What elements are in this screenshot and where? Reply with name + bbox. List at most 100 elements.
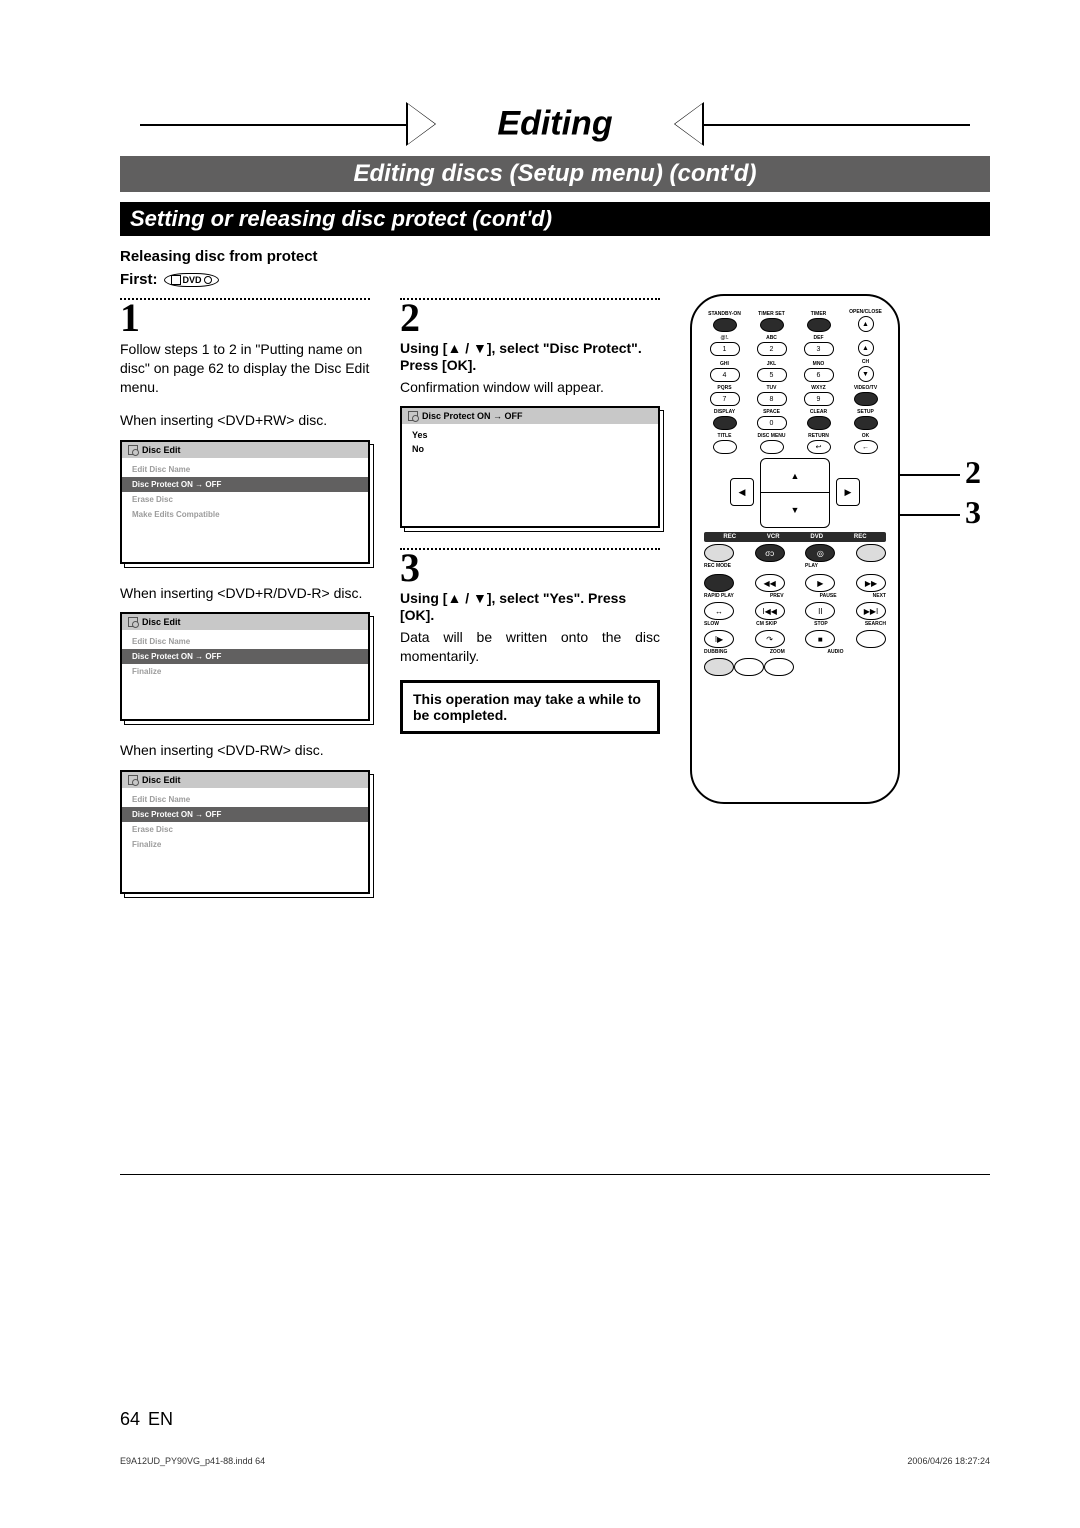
rec-vcr-button[interactable]: [704, 544, 734, 562]
vcr-dvd-band: REC VCR DVD REC: [704, 532, 886, 542]
menu-item: Finalize: [122, 837, 368, 852]
step-2-number: 2: [400, 298, 660, 338]
rec-mode-button[interactable]: [704, 574, 734, 592]
timer-set-button[interactable]: [760, 318, 784, 332]
video-tv-button[interactable]: [854, 392, 878, 406]
open-close-button[interactable]: ▲: [858, 316, 874, 332]
menu-item: Make Edits Compatible: [122, 507, 368, 522]
num-5-button[interactable]: 5: [757, 368, 787, 382]
step-1-body: Follow steps 1 to 2 in "Putting name on …: [120, 340, 370, 397]
subtitle-band: Editing discs (Setup menu) (cont'd): [120, 156, 990, 192]
audio-button[interactable]: [764, 658, 794, 676]
callout-line-2: [900, 474, 960, 476]
stop-button[interactable]: ■: [805, 630, 835, 648]
disc-edit-icon: [128, 617, 138, 627]
menu-item: Erase Disc: [122, 822, 368, 837]
releasing-heading: Releasing disc from protect: [120, 248, 990, 265]
step-2-body: Confirmation window will appear.: [400, 378, 660, 397]
menu-item: Edit Disc Name: [122, 462, 368, 477]
play-button[interactable]: ▶: [805, 574, 835, 592]
disc-edit-panel-minusrw: Disc Edit Edit Disc Name Disc Protect ON…: [120, 770, 370, 894]
clear-button[interactable]: [807, 416, 831, 430]
num-8-button[interactable]: 8: [757, 392, 787, 406]
confirm-yes: Yes: [412, 428, 648, 442]
pause-button[interactable]: II: [805, 602, 835, 620]
column-left: 1 Follow steps 1 to 2 in "Putting name o…: [120, 294, 370, 914]
disc-menu-button[interactable]: [760, 440, 784, 454]
dpad-up-button[interactable]: ▲: [761, 459, 829, 493]
title-button[interactable]: [713, 440, 737, 454]
disc-edit-icon: [408, 411, 418, 421]
next-button[interactable]: ▶▶I: [856, 602, 886, 620]
rec-dvd-button[interactable]: [856, 544, 886, 562]
zoom-button[interactable]: [734, 658, 764, 676]
remote-control: STANDBY-ON TIMER SET TIMER OPEN/CLOSE▲ @…: [690, 294, 900, 804]
num-4-button[interactable]: 4: [710, 368, 740, 382]
menu-header: Disc Edit: [122, 442, 368, 458]
disc-edit-panel-rw: Disc Edit Edit Disc Name Disc Protect ON…: [120, 440, 370, 564]
dpad-right-button[interactable]: ▶: [836, 478, 860, 506]
column-right: STANDBY-ON TIMER SET TIMER OPEN/CLOSE▲ @…: [690, 294, 990, 914]
rapid-play-button[interactable]: ↔: [704, 602, 734, 620]
indd-left: E9A12UD_PY90VG_p41-88.indd 64: [120, 1456, 265, 1466]
dvd-select-button[interactable]: ◎: [805, 544, 835, 562]
page: Editing Editing discs (Setup menu) (cont…: [0, 0, 1080, 1528]
disc-edit-icon: [128, 775, 138, 785]
menu-item: Edit Disc Name: [122, 792, 368, 807]
warning-note: This operation may take a while to be co…: [400, 680, 660, 734]
menu-item-active: Disc Protect ON → OFF: [122, 807, 368, 822]
num-0-button[interactable]: 0: [757, 416, 787, 430]
caption-dvd-plusr: When inserting <DVD+R/DVD-R> disc.: [120, 584, 370, 603]
indd-right: 2006/04/26 18:27:24: [907, 1456, 990, 1466]
search-button[interactable]: [856, 630, 886, 648]
caption-dvd-minusrw: When inserting <DVD-RW> disc.: [120, 741, 370, 760]
dpad-down-button[interactable]: ▼: [761, 493, 829, 527]
disc-icon: [204, 276, 212, 284]
page-number: 64EN: [120, 1409, 173, 1430]
menu-item: Edit Disc Name: [122, 634, 368, 649]
column-middle: 2 Using [▲ / ▼], select "Disc Protect". …: [400, 294, 660, 914]
prev-button[interactable]: I◀◀: [755, 602, 785, 620]
dubbing-button[interactable]: [704, 658, 734, 676]
callout-3: 3: [965, 494, 981, 531]
section-heading: Setting or releasing disc protect (cont'…: [120, 202, 990, 236]
rewind-button[interactable]: ◀◀: [755, 574, 785, 592]
first-label: First:: [120, 271, 158, 288]
confirm-panel: Disc Protect ON → OFF Yes No: [400, 406, 660, 528]
tv-icon: [171, 275, 181, 285]
num-2-button[interactable]: 2: [757, 342, 787, 356]
step-1-number: 1: [120, 298, 370, 338]
vcr-select-button[interactable]: σɔ: [755, 544, 785, 562]
step-3-instruction: Using [▲ / ▼], select "Yes". Press [OK].: [400, 590, 660, 624]
footer-rule: [120, 1174, 990, 1175]
num-9-button[interactable]: 9: [804, 392, 834, 406]
ffwd-button[interactable]: ▶▶: [856, 574, 886, 592]
num-3-button[interactable]: 3: [804, 342, 834, 356]
setup-button[interactable]: [854, 416, 878, 430]
ch-up-button[interactable]: ▲: [858, 340, 874, 356]
dpad-left-button[interactable]: ◀: [730, 478, 754, 506]
display-button[interactable]: [713, 416, 737, 430]
slow-button[interactable]: I▶: [704, 630, 734, 648]
num-1-button[interactable]: 1: [710, 342, 740, 356]
return-button[interactable]: ↩: [807, 440, 831, 454]
num-6-button[interactable]: 6: [804, 368, 834, 382]
banner-line-right: [704, 124, 970, 126]
cm-skip-button[interactable]: ↷: [755, 630, 785, 648]
menu-item: Erase Disc: [122, 492, 368, 507]
ch-down-button[interactable]: ▼: [858, 366, 874, 382]
timer-button[interactable]: [807, 318, 831, 332]
step-3-body: Data will be written onto the disc momen…: [400, 628, 660, 666]
num-7-button[interactable]: 7: [710, 392, 740, 406]
standby-button[interactable]: [713, 318, 737, 332]
first-row: First: DVD: [120, 271, 990, 288]
ok-button[interactable]: ←: [854, 440, 878, 454]
callout-2: 2: [965, 454, 981, 491]
step-3-number: 3: [400, 548, 660, 588]
step-2-instruction: Using [▲ / ▼], select "Disc Protect". Pr…: [400, 340, 660, 374]
confirm-no: No: [412, 442, 648, 456]
callout-line-3: [900, 514, 960, 516]
caption-dvd-rw: When inserting <DVD+RW> disc.: [120, 411, 370, 430]
menu-item-active: Disc Protect ON → OFF: [122, 649, 368, 664]
dvd-badge-icon: DVD: [164, 273, 219, 287]
